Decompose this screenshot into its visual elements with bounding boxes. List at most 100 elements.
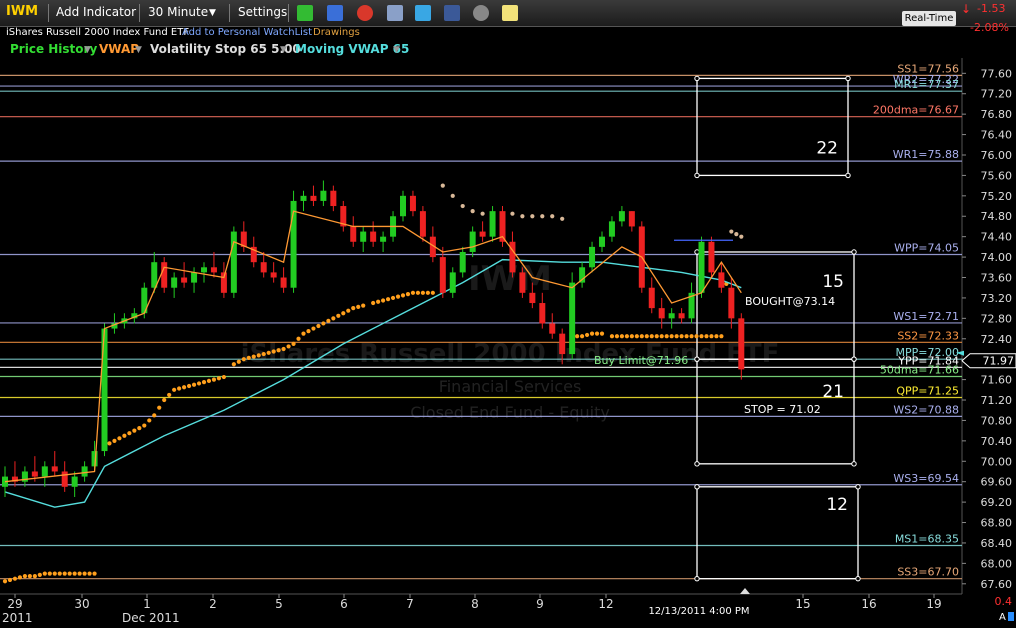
- volatility-stop-point: [37, 572, 42, 577]
- volume-scale-value: 0.4: [995, 595, 1013, 608]
- volatility-stop-point: [67, 571, 72, 576]
- volatility-stop-point: [584, 332, 590, 338]
- volatility-stop-point: [694, 334, 699, 339]
- y-tick-label: 70.00: [981, 455, 1013, 468]
- volatility-stop-point: [7, 577, 13, 583]
- volatility-stop-point: [470, 209, 475, 214]
- y-tick-label: 70.40: [981, 435, 1013, 448]
- volatility-stop-point: [157, 405, 162, 410]
- volatility-stop-point: [147, 418, 152, 423]
- volatility-stop-point: [276, 348, 281, 353]
- volatility-stop-point: [77, 571, 82, 576]
- y-tick-label: 67.60: [981, 578, 1013, 591]
- volatility-stop-point: [281, 346, 286, 352]
- x-tick-label: 12: [598, 597, 613, 611]
- volatility-stop-point: [719, 334, 724, 339]
- range-box-handle: [851, 461, 857, 467]
- volatility-stop-point: [356, 304, 361, 309]
- volatility-stop-point: [311, 326, 316, 331]
- volatility-stop-point: [400, 293, 406, 298]
- volatility-stop-point: [296, 336, 301, 341]
- x-tick-label: 6: [340, 597, 348, 611]
- candle-body: [101, 328, 108, 452]
- volatility-stop-point: [182, 385, 187, 390]
- candle-body: [330, 190, 337, 207]
- volatility-stop-point: [669, 334, 674, 339]
- candle-body: [479, 231, 486, 237]
- volatility-stop-point: [639, 334, 644, 339]
- volatility-stop-point: [132, 428, 137, 433]
- volatility-stop-point: [450, 193, 455, 198]
- pivot-level-label: WR1=75.88: [893, 148, 959, 161]
- candle-body: [300, 195, 307, 201]
- volatility-stop-point: [371, 300, 376, 306]
- candle-body: [529, 292, 536, 304]
- volatility-stop-point: [674, 334, 679, 339]
- candle-body: [618, 211, 625, 222]
- buy-limit-annotation: Buy Limit@71.96: [594, 354, 688, 367]
- pivot-level-label: SS2=72.33: [897, 329, 959, 342]
- candle-body: [409, 195, 416, 212]
- scroll-marker: [740, 588, 750, 594]
- volatility-stop-point: [734, 232, 739, 237]
- candle-body: [51, 466, 58, 472]
- price-chart[interactable]: IWM iShares Russell 2000 Index Fund ETF …: [0, 0, 1016, 628]
- range-box-handle: [694, 461, 700, 467]
- y-tick-label: 75.60: [981, 169, 1013, 182]
- candle-body: [71, 476, 78, 487]
- y-tick-label: 74.80: [981, 210, 1013, 223]
- watermark-sector: Financial Services: [439, 377, 582, 396]
- y-tick-label: 77.60: [981, 67, 1013, 80]
- range-box-handle: [845, 75, 851, 82]
- volatility-stop-point: [172, 387, 177, 392]
- candle-body: [589, 246, 596, 268]
- candle-body: [370, 231, 377, 242]
- pivot-level-label: SS3=67.70: [897, 566, 959, 579]
- y-tick-label: 68.00: [981, 557, 1013, 570]
- candle-body: [61, 471, 68, 487]
- candle-body: [400, 195, 406, 217]
- volatility-stop-point: [580, 334, 585, 339]
- volatility-stop-point: [331, 316, 336, 321]
- y-tick-label: 76.40: [981, 129, 1013, 142]
- volatility-stop-point: [420, 290, 425, 295]
- y-tick-label: 73.20: [981, 292, 1013, 305]
- candle-body: [191, 272, 198, 283]
- candle-body: [648, 287, 655, 309]
- candle-body: [569, 282, 576, 355]
- x-tick-label: 2: [209, 597, 217, 611]
- candle-body: [171, 277, 178, 288]
- x-tick-label: 5: [275, 597, 283, 611]
- range-box-handle: [694, 575, 700, 582]
- volatility-stop-point: [689, 334, 694, 339]
- volatility-stop-point: [729, 229, 734, 234]
- last-price-label: 71.97: [983, 355, 1015, 368]
- y-tick-label: 71.60: [981, 374, 1013, 387]
- volatility-stop-point: [709, 334, 714, 339]
- volatility-stop-point: [231, 362, 236, 367]
- volatility-stop-point: [221, 374, 226, 380]
- volatility-stop-point: [52, 571, 57, 576]
- candle-body: [608, 221, 615, 237]
- x-tick-label: 1: [143, 597, 151, 611]
- y-tick-label: 71.20: [981, 394, 1013, 407]
- volatility-stop-point: [410, 290, 416, 295]
- volatility-stop-point: [644, 334, 649, 339]
- volatility-stop-point: [152, 413, 157, 418]
- volatility-stop-point: [271, 349, 276, 354]
- candle-body: [459, 251, 466, 273]
- volatility-stop-point: [321, 321, 326, 326]
- log-scale-icon: [1008, 612, 1014, 621]
- candle-body: [280, 277, 287, 288]
- range-box-label: 15: [822, 272, 844, 292]
- volatility-stop-point: [201, 380, 207, 385]
- moving-vwap-series: [4, 258, 742, 508]
- volatility-stop-point: [162, 397, 167, 403]
- volatility-stop-point: [137, 425, 142, 431]
- range-box-handle: [845, 172, 851, 179]
- range-box-handle: [694, 356, 700, 362]
- candle-body: [230, 231, 237, 293]
- moving-vwap-line: [4, 258, 742, 508]
- candle-body: [658, 308, 665, 319]
- cursor-time-label: 12/13/2011 4:00 PM: [648, 606, 749, 617]
